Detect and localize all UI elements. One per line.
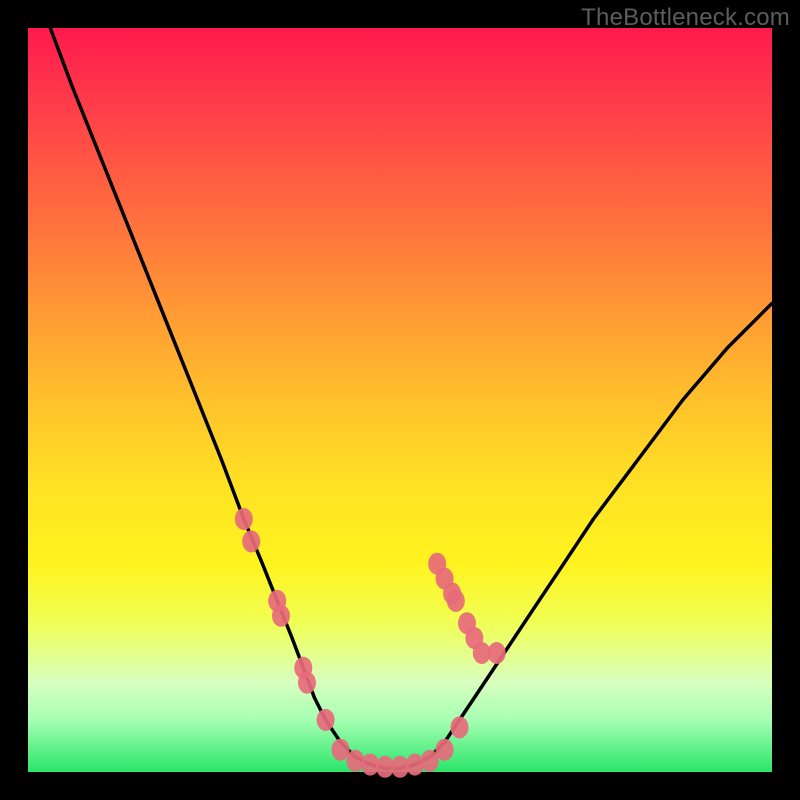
marker-dot <box>332 739 350 761</box>
chart-frame: TheBottleneck.com <box>0 0 800 800</box>
marker-dot <box>317 709 335 731</box>
curve-path <box>50 28 772 768</box>
marker-dot <box>346 750 364 772</box>
marker-dot <box>298 672 316 694</box>
marker-dot <box>406 754 424 776</box>
marker-dot <box>235 508 253 530</box>
marker-dot <box>451 716 469 738</box>
marker-dot <box>488 642 506 664</box>
bottleneck-curve <box>50 28 772 768</box>
watermark: TheBottleneck.com <box>581 4 790 32</box>
marker-dot <box>242 530 260 552</box>
marker-dot <box>447 590 465 612</box>
data-markers <box>235 508 506 778</box>
chart-overlay <box>28 28 772 772</box>
marker-dot <box>436 739 454 761</box>
marker-dot <box>272 605 290 627</box>
